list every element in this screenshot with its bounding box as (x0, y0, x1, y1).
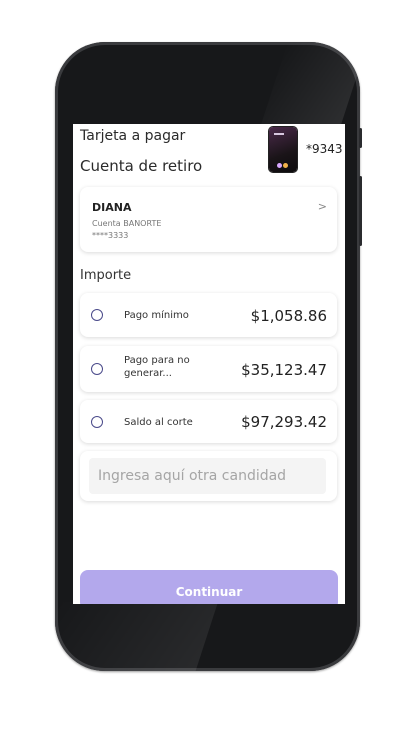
option-minimum-payment[interactable]: Pago mínimo $1,058.86 (80, 293, 337, 337)
radio-button[interactable] (91, 309, 103, 321)
continue-button[interactable]: Continuar (80, 570, 338, 604)
option-amount: $35,123.47 (241, 361, 327, 379)
option-label-line1: Pago para no (124, 355, 190, 366)
credit-card-thumbnail[interactable] (269, 127, 297, 172)
section-title-amount: Importe (80, 268, 132, 283)
option-label: Pago para no generar... (124, 354, 190, 380)
account-number: ****3333 (92, 231, 129, 240)
card-dot-icon (277, 163, 282, 168)
card-logo-strip (274, 133, 284, 135)
side-button-bottom (359, 176, 362, 246)
other-amount-card (80, 451, 337, 501)
option-label: Pago mínimo (124, 310, 189, 321)
account-bank: Cuenta BANORTE (92, 219, 162, 228)
option-statement-balance[interactable]: Saldo al corte $97,293.42 (80, 400, 337, 443)
radio-button[interactable] (91, 416, 103, 428)
radio-button[interactable] (91, 363, 103, 375)
account-holder-name: DIANA (92, 201, 132, 214)
app-screen: Tarjeta a pagar *9343 Cuenta de retiro D… (73, 124, 345, 604)
option-label-line2: generar... (124, 368, 172, 379)
card-number: *9343 (306, 142, 343, 156)
other-amount-input[interactable] (89, 458, 326, 494)
card-network-icon (283, 163, 288, 168)
option-amount: $1,058.86 (250, 307, 327, 325)
chevron-right-icon: > (317, 200, 327, 213)
option-label: Saldo al corte (124, 417, 193, 428)
option-no-interest-payment[interactable]: Pago para no generar... $35,123.47 (80, 346, 337, 392)
section-title-withdrawal: Cuenta de retiro (80, 157, 203, 175)
page-title: Tarjeta a pagar (80, 128, 186, 144)
account-selector[interactable]: DIANA Cuenta BANORTE ****3333 > (80, 187, 337, 252)
side-button-top (359, 128, 362, 148)
option-amount: $97,293.42 (241, 413, 327, 431)
